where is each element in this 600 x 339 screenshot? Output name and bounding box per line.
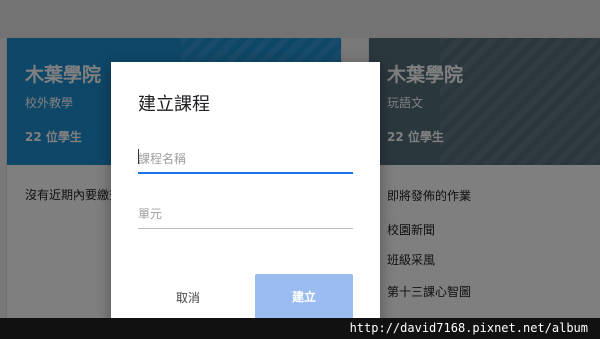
cancel-button[interactable]: 取消 [153,284,223,310]
course-name-input[interactable] [138,150,353,168]
create-button[interactable]: 建立 [255,274,353,319]
watermark-url: http://david7168.pixnet.net/album [0,318,600,339]
dialog-title: 建立課程 [138,94,210,115]
section-field[interactable] [138,203,353,229]
field-underline [138,228,353,229]
field-underline [138,172,353,174]
text-caret [138,149,139,164]
section-input[interactable] [138,205,353,223]
create-class-dialog: 建立課程 取消 建立 [111,62,380,339]
course-name-field[interactable] [138,148,353,174]
